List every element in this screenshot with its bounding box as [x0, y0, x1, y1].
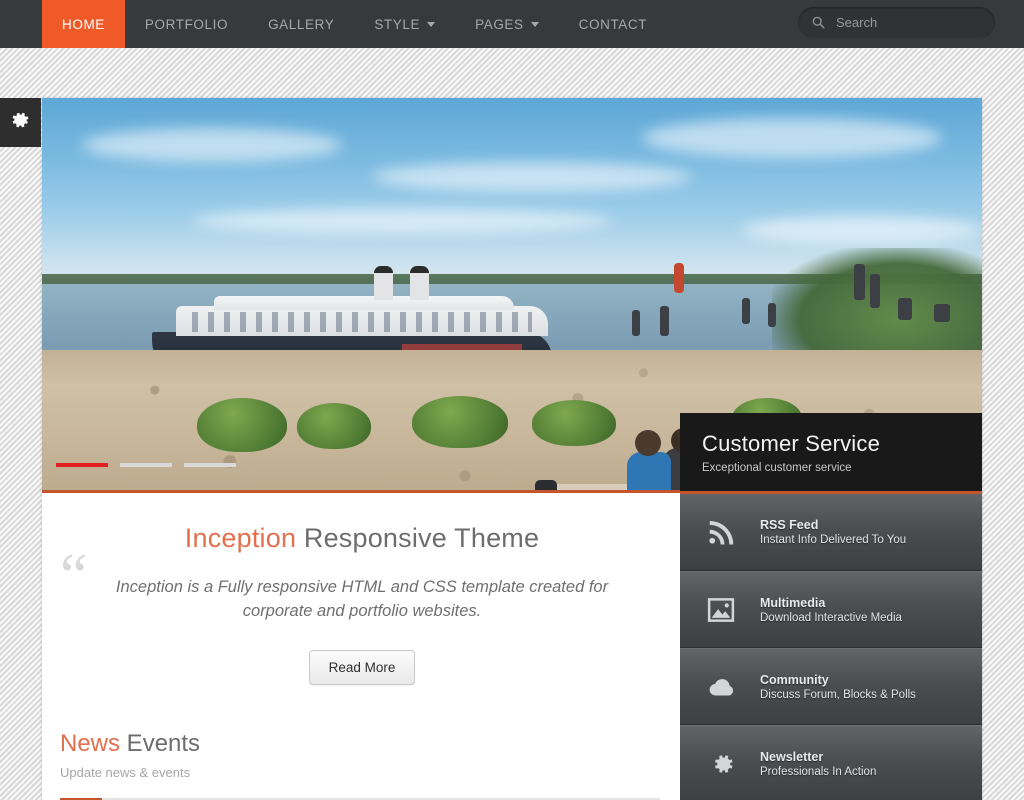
service-item-title: Multimedia: [760, 595, 826, 610]
cloud-icon: [704, 670, 738, 704]
read-more-button[interactable]: Read More: [308, 649, 416, 685]
news-section-title: News Events: [60, 730, 682, 758]
bush: [297, 403, 371, 449]
person-silhouette: [632, 310, 640, 336]
image-icon: [704, 593, 738, 627]
page-container: Customer Service Exceptional customer se…: [42, 98, 982, 800]
quote-mark-icon: “: [60, 542, 88, 610]
main-navigation: HOME PORTFOLIO GALLERY STYLE PAGES CONTACT: [42, 0, 667, 48]
service-item-rss-feed[interactable]: RSS Feed Instant Info Delivered To You: [680, 494, 982, 572]
intro-title-rest: Responsive Theme: [296, 523, 540, 553]
cloud-decor: [642, 118, 942, 158]
gear-icon: [10, 110, 31, 136]
news-section-subtitle: Update news & events: [60, 764, 191, 780]
cloud-decor: [372, 162, 692, 192]
bush: [197, 398, 287, 452]
service-item-subtitle: Professionals In Action: [760, 765, 877, 778]
customer-service-subtitle: Exceptional customer service: [702, 462, 852, 475]
person-silhouette: [742, 298, 750, 324]
intro-section: “ Inception Responsive Theme Inception i…: [42, 493, 682, 685]
rss-icon: [704, 515, 738, 549]
service-item-subtitle: Download Interactive Media: [760, 611, 902, 624]
bush: [412, 396, 508, 448]
person-silhouette: [934, 304, 950, 322]
chevron-down-icon: [427, 21, 436, 27]
cloud-decor: [742, 216, 982, 244]
service-item-title: Newsletter: [760, 749, 824, 764]
settings-panel-toggle[interactable]: [0, 98, 41, 147]
nav-item-label: HOME: [62, 16, 105, 32]
cloud-decor: [82, 128, 342, 162]
nav-item-home[interactable]: HOME: [42, 0, 125, 48]
nav-item-label: PAGES: [475, 16, 524, 32]
gear-icon: [704, 747, 738, 781]
search-icon: [811, 15, 826, 30]
person-silhouette: [660, 306, 669, 336]
service-item-title: RSS Feed: [760, 518, 819, 533]
nav-item-contact[interactable]: CONTACT: [559, 0, 667, 48]
nav-item-portfolio[interactable]: PORTFOLIO: [125, 0, 248, 48]
nav-item-label: PORTFOLIO: [144, 16, 229, 32]
search-input[interactable]: [836, 15, 1012, 30]
slider-pager-bar-1[interactable]: [56, 463, 108, 467]
person-silhouette: [898, 298, 912, 320]
service-item-newsletter[interactable]: Newsletter Professionals In Action: [680, 725, 982, 800]
service-item-community[interactable]: Community Discuss Forum, Blocks & Polls: [680, 648, 982, 726]
customer-service-title: Customer Service: [702, 431, 881, 456]
nav-item-label: GALLERY: [268, 16, 335, 32]
page-title: Inception Responsive Theme: [62, 523, 662, 554]
search-box[interactable]: [798, 7, 1012, 38]
cloud-decor: [192, 208, 612, 234]
customer-service-panel: Customer Service Exceptional customer se…: [680, 413, 982, 800]
service-item-text: Multimedia Download Interactive Media: [760, 596, 902, 624]
nav-item-gallery[interactable]: GALLERY: [248, 0, 354, 48]
slider-pager-bar-2[interactable]: [120, 463, 172, 467]
intro-quote-text: Inception is a Fully responsive HTML and…: [115, 578, 609, 620]
service-item-text: RSS Feed Instant Info Delivered To You: [760, 518, 906, 546]
customer-service-header: Customer Service Exceptional customer se…: [680, 413, 982, 495]
nav-item-label: STYLE: [374, 16, 421, 32]
news-title-highlight: News: [60, 729, 121, 757]
person-silhouette: [768, 303, 776, 327]
service-item-subtitle: Discuss Forum, Blocks & Polls: [760, 688, 916, 701]
service-item-text: Newsletter Professionals In Action: [760, 750, 876, 778]
service-item-multimedia[interactable]: Multimedia Download Interactive Media: [680, 571, 982, 649]
slider-pager-bar-3[interactable]: [184, 463, 236, 467]
main-content: “ Inception Responsive Theme Inception i…: [42, 493, 682, 800]
news-title-rest: Events: [120, 729, 201, 757]
person-silhouette: [854, 264, 865, 300]
service-item-subtitle: Instant Info Delivered To You: [760, 534, 907, 547]
nav-item-label: CONTACT: [578, 16, 648, 32]
service-item-title: Community: [760, 672, 829, 687]
person-silhouette: [674, 263, 684, 293]
top-navigation-bar: HOME PORTFOLIO GALLERY STYLE PAGES CONTACT: [0, 0, 1024, 48]
nav-item-pages[interactable]: PAGES: [455, 0, 559, 48]
nav-item-style[interactable]: STYLE: [354, 0, 455, 48]
customer-service-list: RSS Feed Instant Info Delivered To You Mul…: [680, 494, 982, 800]
service-item-text: Community Discuss Forum, Blocks & Polls: [760, 673, 916, 701]
intro-title-highlight: Inception: [184, 523, 297, 553]
slider-pagination[interactable]: [56, 463, 236, 467]
person-silhouette: [870, 274, 880, 308]
news-events-section: News Events Update news & events NEW UPD…: [42, 685, 682, 800]
chevron-down-icon: [530, 21, 539, 27]
